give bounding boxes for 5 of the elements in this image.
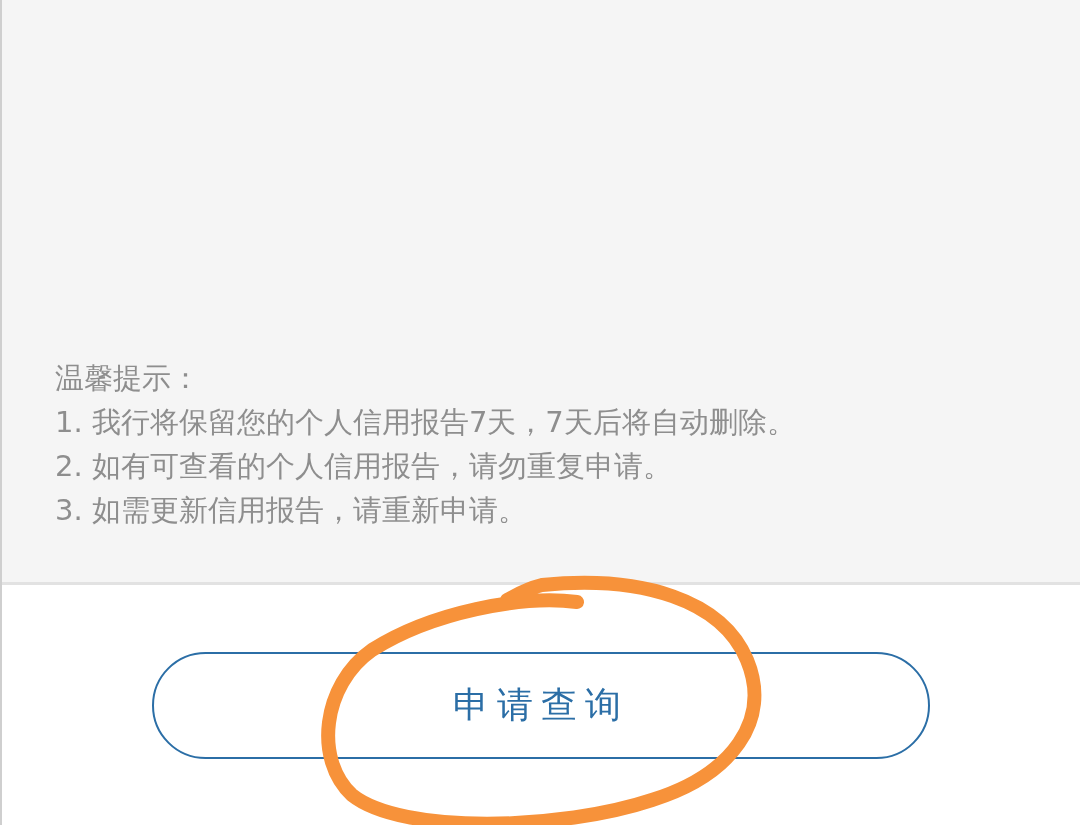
tips-title: 温馨提示： <box>55 360 201 397</box>
tip-text: 1. 我行将保留您的个人信用报告7天，7天后将自动删除。 <box>55 404 797 441</box>
tip-text: 3. 如需更新信用报告，请重新申请。 <box>55 492 528 529</box>
tip-text: 2. 如有可查看的个人信用报告，请勿重复申请。 <box>55 448 673 485</box>
apply-query-button[interactable]: 申请查询 <box>152 652 930 759</box>
